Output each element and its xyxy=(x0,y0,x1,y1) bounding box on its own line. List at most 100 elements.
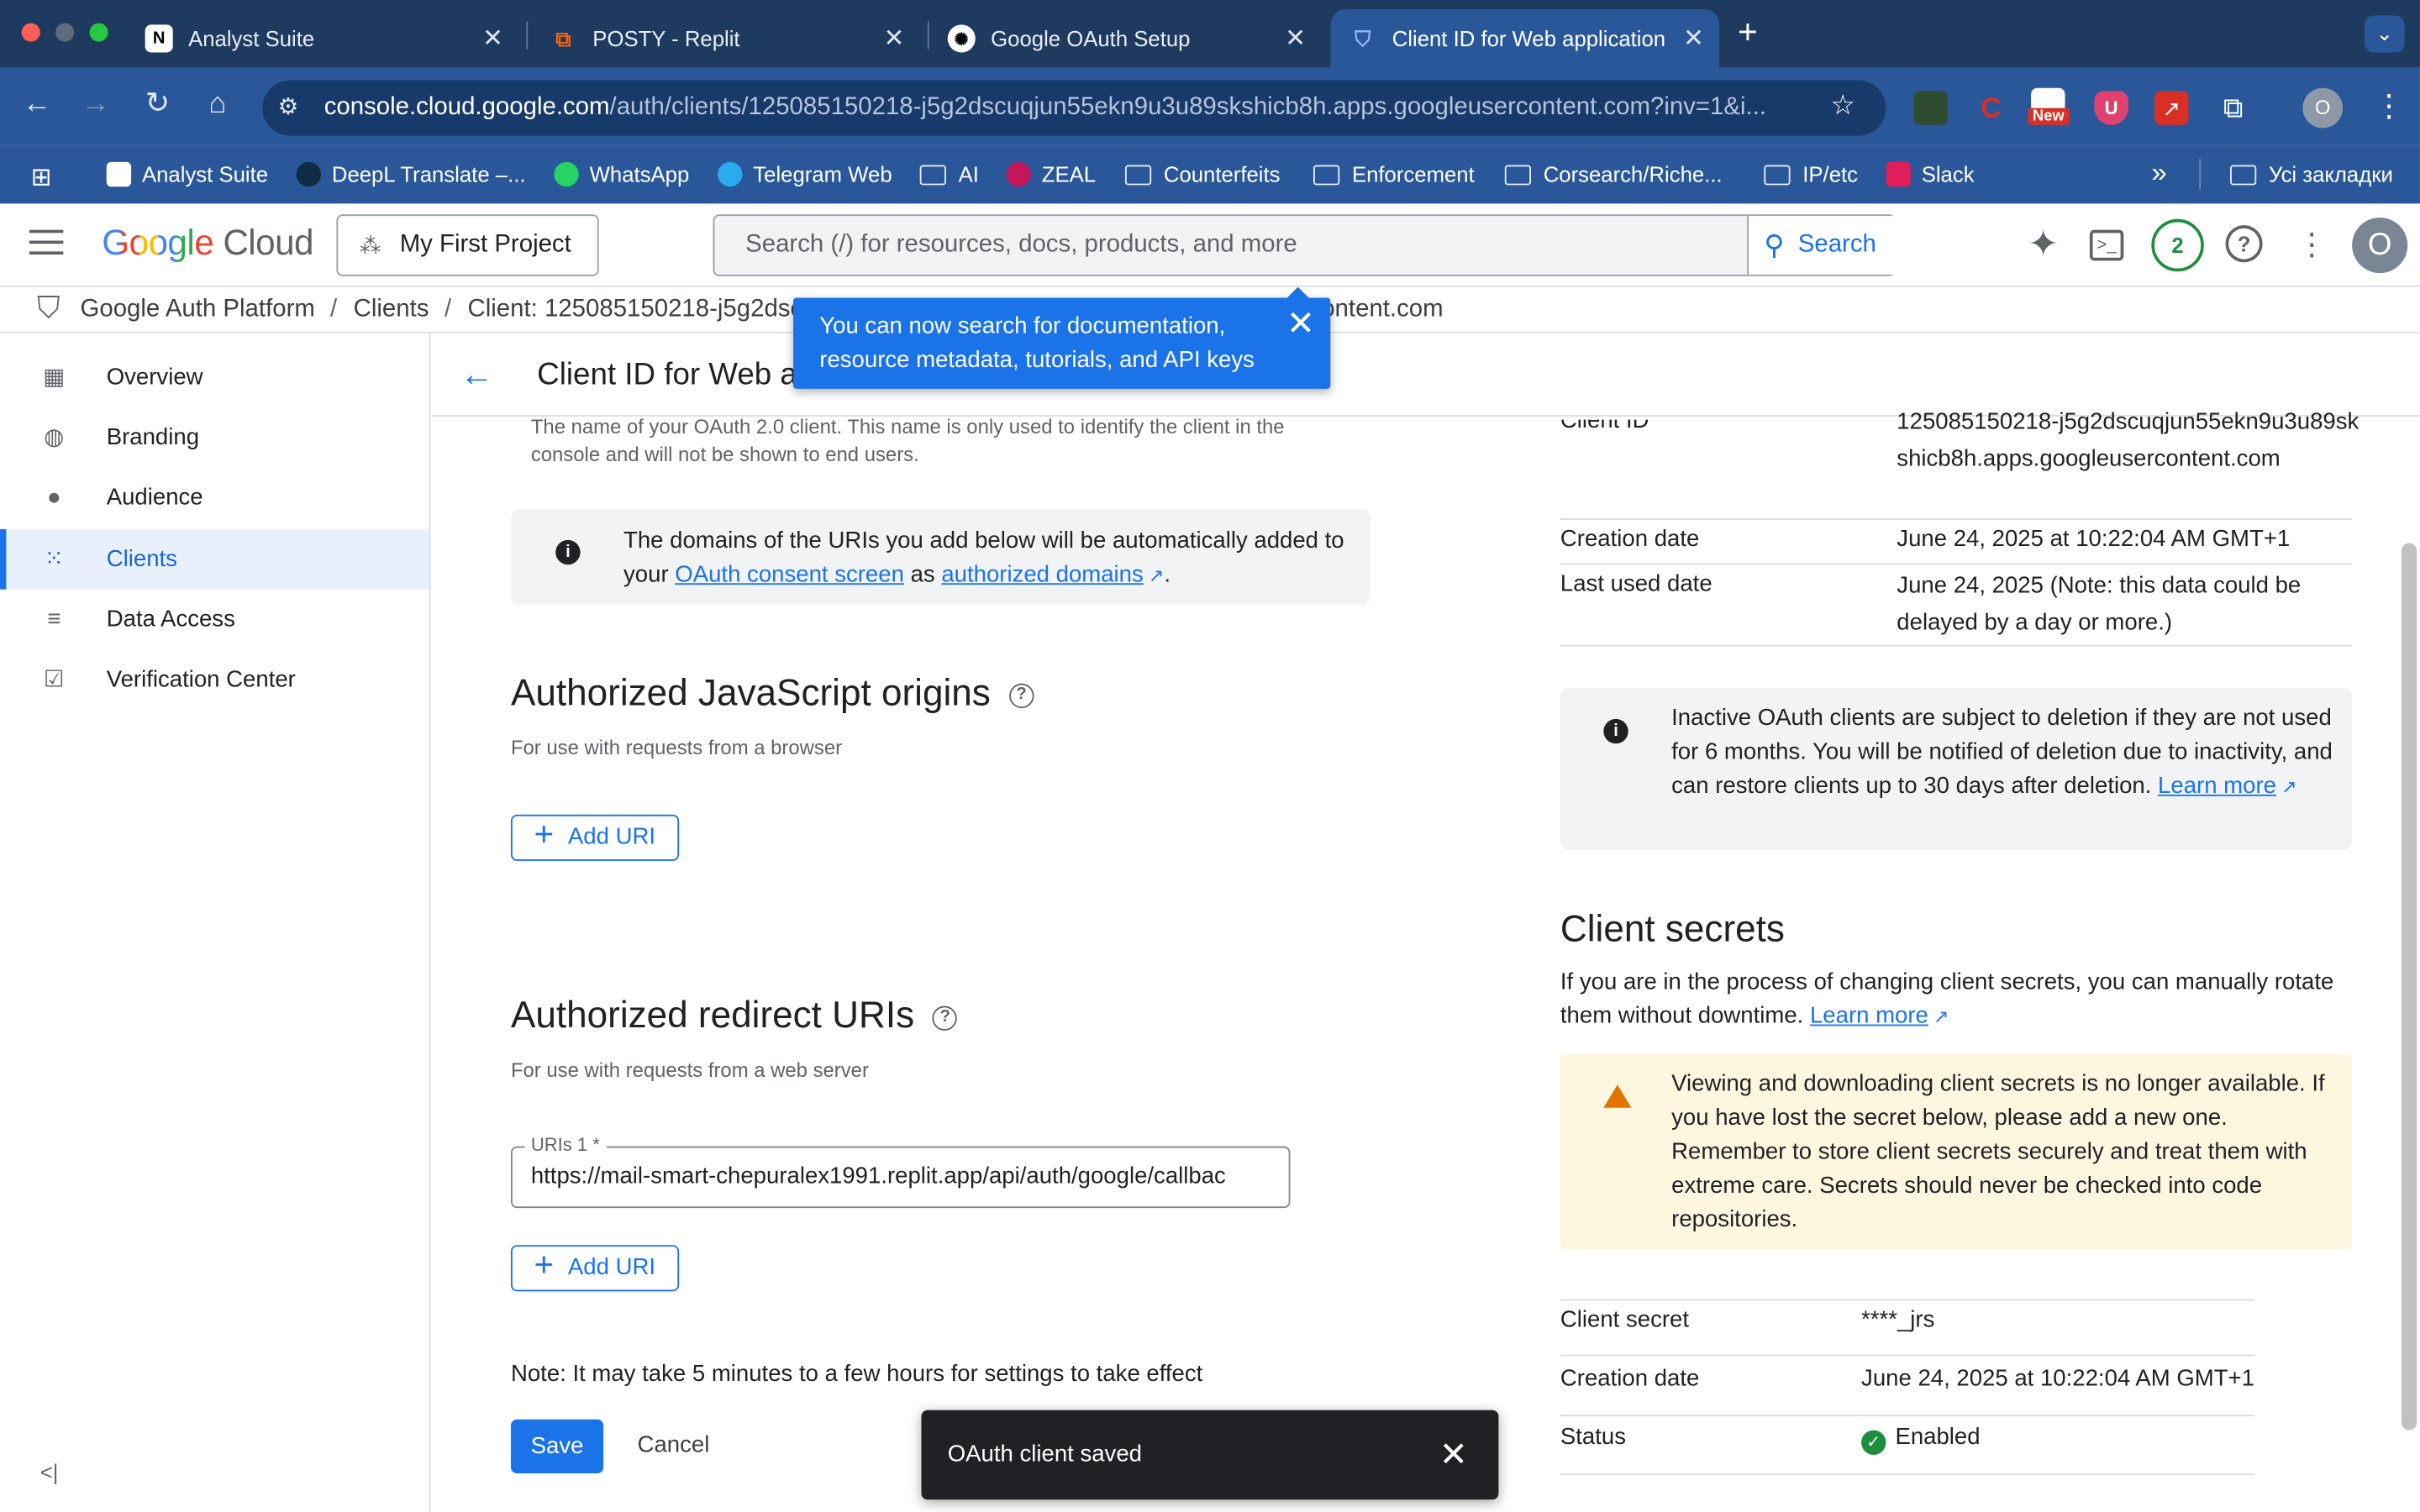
redirect-uri-input[interactable]: https://mail-smart-chepuralex1991.replit… xyxy=(510,1146,1291,1209)
browser-tab[interactable]: ⧉ POSTY - Replit ✕ xyxy=(531,9,920,68)
bookmark-star-icon[interactable]: ☆ xyxy=(1830,90,1855,123)
close-tab-icon[interactable]: ✕ xyxy=(482,24,503,55)
snackbar: OAuth client saved ✕ xyxy=(921,1410,1499,1500)
screen: N Analyst Suite ✕ ⧉ POSTY - Replit ✕ ✺ G… xyxy=(0,0,2420,1512)
google-cloud-logo[interactable]: Google Cloud xyxy=(102,222,313,264)
tab-search-icon[interactable]: ⌄ xyxy=(2364,15,2405,53)
gemini-icon[interactable]: ✦ xyxy=(2023,224,2064,265)
close-window-button[interactable] xyxy=(21,23,40,42)
bookmark[interactable]: Analyst Suite xyxy=(106,161,268,187)
bookmark-folder[interactable]: Corsearch/Riche... xyxy=(1504,162,1723,186)
url-host: console.cloud.google.com xyxy=(324,94,610,121)
secret-creation-date-label: Creation date xyxy=(1560,1365,1700,1392)
person-icon: ● xyxy=(46,484,61,511)
search-input[interactable]: Search (/) for resources, docs, products… xyxy=(745,232,1297,260)
address-bar[interactable]: ⚙ console.cloud.google.com/auth/clients/… xyxy=(262,80,1886,136)
add-redirect-uri-button[interactable]: Add URI xyxy=(510,1243,680,1292)
all-bookmarks-folder[interactable]: Усі закладки xyxy=(2230,162,2393,186)
sidebar-item-verification-center[interactable]: ☑ Verification Center xyxy=(0,649,429,710)
bookmark-folder[interactable]: AI xyxy=(919,162,979,186)
bookmark[interactable]: Telegram Web xyxy=(718,161,892,187)
notifications-badge[interactable]: 2 xyxy=(2151,218,2204,272)
bookmark[interactable]: Slack xyxy=(1886,161,1975,187)
sidebar-item-audience[interactable]: ● Audience xyxy=(0,468,429,528)
minimize-window-button[interactable] xyxy=(55,23,75,42)
browser-tab-active[interactable]: ⛉ Client ID for Web application ✕ xyxy=(1330,9,1720,68)
cancel-button[interactable]: Cancel xyxy=(638,1431,710,1457)
back-arrow-icon[interactable]: ← xyxy=(460,354,493,395)
save-button[interactable]: Save xyxy=(510,1419,604,1474)
external-link-icon: ↗ xyxy=(1143,564,1165,586)
breadcrumb-root[interactable]: Google Auth Platform xyxy=(81,297,315,324)
browser-tab[interactable]: N Analyst Suite ✕ xyxy=(127,9,519,68)
back-icon[interactable]: ← xyxy=(18,87,55,123)
bookmark-folder[interactable]: Counterfeits xyxy=(1124,162,1281,186)
external-link-icon: ↗ xyxy=(1928,1005,1949,1028)
tab-label: Client ID for Web application xyxy=(1392,26,1666,51)
openai-icon: ✺ xyxy=(947,24,976,53)
bookmark[interactable]: WhatsApp xyxy=(554,161,689,187)
home-icon[interactable]: ⌂ xyxy=(199,87,236,123)
project-picker[interactable]: ⁂ My First Project xyxy=(336,214,599,276)
bookmark[interactable]: DeepL Translate –... xyxy=(296,161,526,187)
add-js-origin-button[interactable]: Add URI xyxy=(510,813,680,861)
info-icon: i xyxy=(555,539,581,565)
close-tab-icon[interactable]: ✕ xyxy=(1683,24,1704,55)
bookmark-folder[interactable]: IP/etc xyxy=(1764,162,1858,186)
help-circle-icon[interactable]: ? xyxy=(1008,683,1034,708)
forward-icon[interactable]: → xyxy=(77,87,114,123)
page-title: Client ID for Web a xyxy=(537,358,797,392)
sidebar-item-overview[interactable]: ▦ Overview xyxy=(0,347,429,407)
creation-date-label: Creation date xyxy=(1560,526,1700,553)
close-tab-icon[interactable]: ✕ xyxy=(1285,24,1306,55)
js-origins-subtitle: For use with requests from a browser xyxy=(510,736,843,759)
maximize-window-button[interactable] xyxy=(89,23,108,42)
external-link-icon: ↗ xyxy=(2275,775,2297,798)
site-settings-icon[interactable]: ⚙ xyxy=(278,81,299,136)
cloud-shell-icon[interactable]: >_ xyxy=(2089,229,2124,261)
extension-new-icon[interactable]: New xyxy=(2028,87,2070,125)
snackbar-message: OAuth client saved xyxy=(947,1441,1142,1467)
help-circle-icon[interactable]: ? xyxy=(933,1005,958,1031)
folder-icon xyxy=(1504,164,1532,185)
domains-info-box: i The domains of the URIs you add below … xyxy=(510,509,1370,605)
account-avatar[interactable]: O xyxy=(2352,217,2408,274)
more-options-icon[interactable]: ⋮ xyxy=(2291,225,2332,265)
learn-more-link[interactable]: Learn more xyxy=(1810,1003,1928,1029)
sidebar-item-data-access[interactable]: ≡ Data Access xyxy=(0,590,429,650)
main-menu-icon[interactable] xyxy=(29,229,64,255)
extensions-puzzle-icon[interactable]: ⧉ xyxy=(2217,91,2250,124)
more-bookmarks-button[interactable]: » xyxy=(2151,157,2166,190)
learn-more-link[interactable]: Learn more xyxy=(2158,773,2276,799)
collapse-sidebar-icon[interactable]: <| xyxy=(40,1460,59,1484)
sidebar-item-branding[interactable]: ◍ Branding xyxy=(0,407,429,468)
scrollbar[interactable] xyxy=(2401,543,2417,1431)
folder-icon xyxy=(1124,164,1152,185)
extension-arrow-icon[interactable]: ↗ xyxy=(2154,91,2189,125)
extension-icon[interactable] xyxy=(1913,91,1948,125)
close-tab-icon[interactable]: ✕ xyxy=(884,24,905,55)
close-snackbar-icon[interactable]: ✕ xyxy=(1439,1410,1468,1500)
oauth-consent-screen-link[interactable]: OAuth consent screen xyxy=(675,562,904,588)
authorized-domains-link[interactable]: authorized domains xyxy=(941,562,1143,588)
new-tab-button[interactable]: + xyxy=(1738,13,1758,53)
folder-icon xyxy=(2230,164,2257,185)
bookmark-folder[interactable]: Enforcement xyxy=(1313,162,1475,186)
apps-grid-icon: ⁙ xyxy=(44,546,64,573)
bookmark[interactable]: ZEAL xyxy=(1006,161,1096,187)
slack-icon xyxy=(1886,161,1911,187)
browser-toolbar: ← → ↻ ⌂ ⚙ console.cloud.google.com/auth/… xyxy=(0,67,2420,145)
ublock-icon[interactable]: U xyxy=(2094,91,2128,125)
extension-c-icon[interactable]: C xyxy=(1974,91,2007,124)
close-tip-icon[interactable]: ✕ xyxy=(1286,307,1315,341)
search-bar[interactable]: Search (/) for resources, docs, products… xyxy=(713,214,1896,276)
help-icon[interactable]: ? xyxy=(2225,225,2263,263)
breadcrumb-clients[interactable]: Clients xyxy=(354,297,429,324)
search-button[interactable]: ⚲ Search xyxy=(1747,216,1896,275)
browser-tab[interactable]: ✺ Google OAuth Setup ✕ xyxy=(929,9,1322,68)
reload-icon[interactable]: ↻ xyxy=(139,87,176,123)
apps-icon[interactable]: ⊞ xyxy=(31,162,52,193)
browser-menu-icon[interactable]: ⋮ xyxy=(2374,87,2405,125)
sidebar-item-clients[interactable]: ⁙ Clients xyxy=(0,528,429,590)
profile-avatar[interactable]: O xyxy=(2302,87,2344,129)
